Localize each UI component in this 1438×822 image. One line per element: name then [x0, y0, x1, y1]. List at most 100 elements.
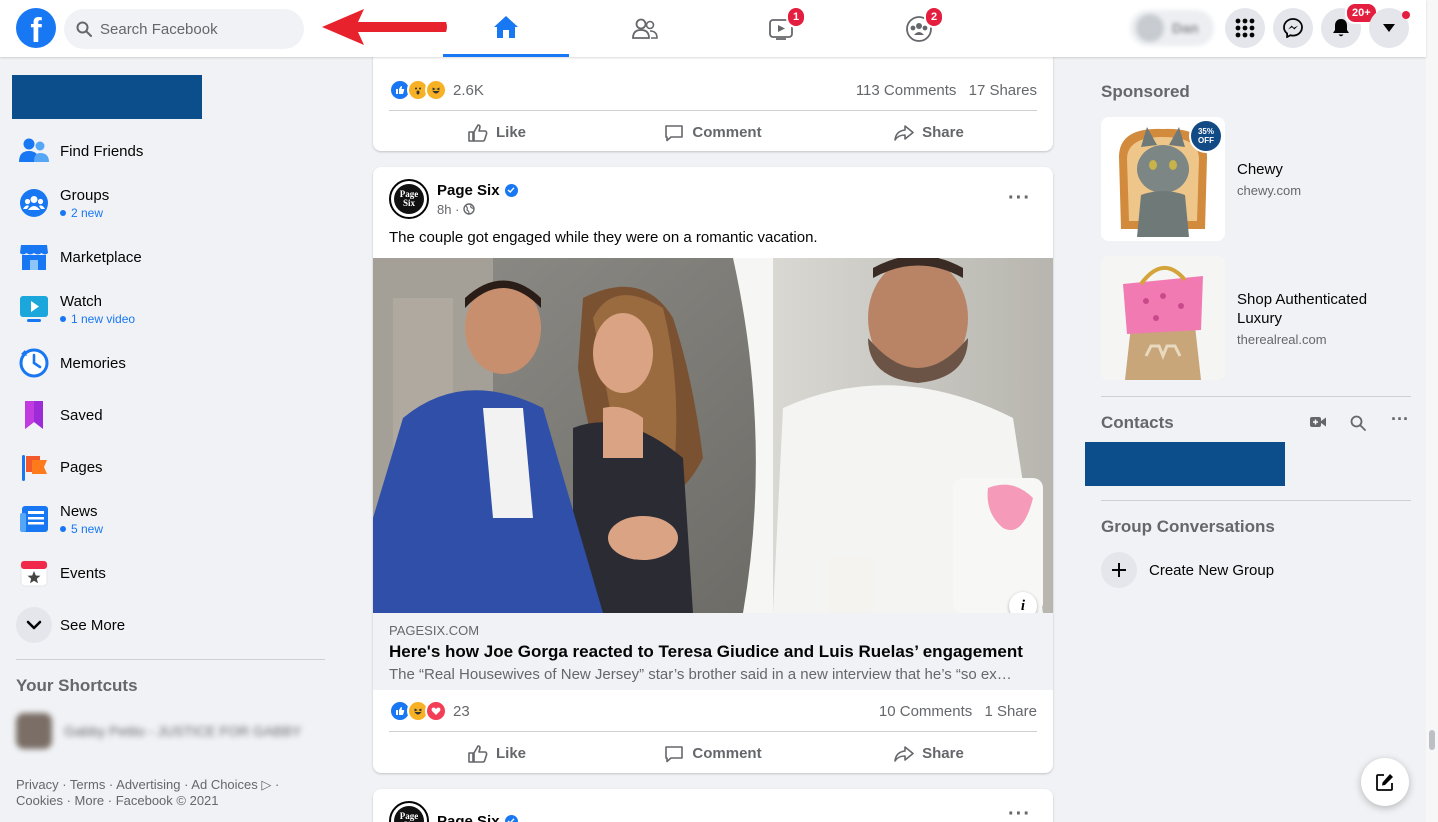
verified-badge-icon [504, 183, 518, 197]
caret-down-icon [1383, 24, 1395, 32]
top-navigation-bar: f 1 2 Dan 20+ [0, 0, 1426, 57]
link-title[interactable]: Here's how Joe Gorga reacted to Teresa G… [389, 642, 1037, 662]
comments-count[interactable]: 113 Comments [856, 82, 957, 99]
tab-watch[interactable]: 1 [718, 0, 844, 57]
shortcut-image [16, 713, 52, 749]
shortcut-item[interactable]: Gabby Petito - JUSTICE FOR GABBY [16, 712, 326, 750]
ad-item[interactable]: Shop Authenticated Luxury therealreal.co… [1101, 256, 1411, 380]
divider [1101, 500, 1411, 501]
group-conversations-heading: Group Conversations [1101, 517, 1275, 536]
share-button[interactable]: Share [821, 732, 1037, 775]
sidebar-item-marketplace[interactable]: Marketplace [8, 231, 328, 283]
shares-count[interactable]: 1 Share [984, 703, 1037, 720]
post-image[interactable] [373, 258, 1053, 613]
post-time[interactable]: 8h · [437, 202, 459, 217]
divider [1101, 396, 1411, 397]
post-options-icon[interactable]: ··· [1008, 187, 1031, 210]
search-input[interactable] [100, 20, 280, 38]
like-icon [468, 744, 488, 763]
profile-name: Dan [1172, 20, 1199, 36]
link-preview[interactable]: PAGESIX.COM Here's how Joe Gorga reacted… [373, 613, 1053, 690]
share-button[interactable]: Share [821, 111, 1037, 154]
video-camera-icon [1310, 417, 1326, 427]
notifications-button[interactable]: 20+ [1321, 2, 1378, 48]
comment-icon [665, 745, 684, 762]
sidebar-item-watch[interactable]: Watch 1 new video [8, 283, 328, 335]
like-button[interactable]: Like [389, 111, 605, 154]
chewy-ad-image: 35% OFF [1101, 117, 1225, 241]
scrollbar[interactable] [1426, 0, 1438, 822]
facebook-logo-icon[interactable]: f [16, 8, 56, 48]
shortcuts-heading: Your Shortcuts [16, 676, 138, 695]
post-author[interactable]: Page Six [437, 813, 518, 822]
sidebar-item-find-friends[interactable]: Find Friends [8, 125, 328, 177]
author-name[interactable]: Page Six [437, 813, 500, 822]
new-message-button[interactable] [1361, 758, 1409, 806]
footer-line-1[interactable]: Privacy · Terms · Advertising · Ad Choic… [16, 777, 316, 793]
footer-line-2[interactable]: Cookies · More · Facebook © 2021 [16, 793, 316, 809]
sidebar-item-events[interactable]: Events [8, 547, 328, 599]
post-actions: Like Comment Share [389, 110, 1037, 154]
sidebar-item-sub: 5 new [60, 522, 103, 536]
like-label: Like [495, 124, 526, 141]
comment-label: Comment [692, 745, 762, 762]
ad-url: chewy.com [1237, 183, 1302, 198]
menu-grid-icon [1235, 18, 1255, 38]
page-six-logo-icon: Page Six [394, 806, 424, 822]
post-meta: 8h · [437, 202, 518, 217]
link-description: The “Real Housewives of New Jersey” star… [389, 666, 1012, 683]
ad-title: Chewy [1237, 161, 1283, 178]
contacts-heading: Contacts [1101, 413, 1174, 432]
contact-search-button[interactable] [1350, 415, 1366, 436]
link-domain: PAGESIX.COM [389, 623, 480, 638]
sidebar-item-saved[interactable]: Saved [8, 389, 328, 441]
love-reaction-icon [425, 700, 447, 722]
menu-button[interactable] [1225, 8, 1265, 48]
create-new-group-button[interactable]: Create New Group [1101, 552, 1274, 588]
sidebar-item-label: See More [60, 616, 126, 634]
reactions[interactable]: 23 [389, 700, 470, 722]
sidebar-item-see-more[interactable]: See More [8, 599, 328, 651]
messenger-button[interactable] [1273, 8, 1313, 48]
post-text: The couple got engaged while they were o… [389, 229, 818, 246]
sidebar-item-sub-text: 1 new video [71, 311, 136, 326]
page-six-avatar[interactable]: Page Six [389, 179, 429, 219]
like-button[interactable]: Like [389, 732, 605, 775]
therealreal-ad-image [1101, 256, 1225, 380]
shares-count[interactable]: 17 Shares [969, 82, 1037, 99]
post-card: Page Six Page Six 8h · ··· The couple go… [373, 167, 1053, 773]
redacted-contacts[interactable] [1085, 442, 1285, 486]
contacts-options-icon[interactable]: ··· [1391, 409, 1409, 430]
ad-item[interactable]: 35% OFF Chewy chewy.com [1101, 117, 1411, 241]
comments-count[interactable]: 10 Comments [879, 703, 972, 720]
shortcut-label: Gabby Petito - JUSTICE FOR GABBY [64, 723, 302, 739]
redacted-profile-link[interactable] [12, 75, 202, 119]
groups-icon [16, 185, 52, 221]
sidebar-item-pages[interactable]: Pages [8, 441, 328, 493]
sidebar-item-label: Events [60, 564, 106, 582]
post-author[interactable]: Page Six [437, 182, 518, 199]
sidebar-item-news[interactable]: News 5 new [8, 493, 328, 545]
tab-groups[interactable]: 2 [856, 0, 982, 57]
comment-button[interactable]: Comment [605, 111, 821, 154]
new-room-button[interactable] [1309, 415, 1327, 434]
scrollbar-thumb[interactable] [1429, 730, 1435, 750]
memories-icon [16, 345, 52, 381]
tab-friends[interactable] [582, 0, 708, 57]
post-options-icon[interactable]: ··· [1008, 803, 1031, 822]
account-alert-dot [1402, 11, 1410, 19]
sidebar-item-groups[interactable]: Groups 2 new [8, 177, 328, 229]
share-icon [894, 124, 914, 141]
author-name[interactable]: Page Six [437, 182, 500, 199]
post-header: Page Six Page Six [389, 801, 518, 822]
sidebar-item-label: Memories [60, 354, 126, 372]
comment-button[interactable]: Comment [605, 732, 821, 775]
footer-links[interactable]: Privacy · Terms · Advertising · Ad Choic… [16, 777, 316, 809]
page-six-avatar[interactable]: Page Six [389, 801, 429, 822]
sidebar-item-memories[interactable]: Memories [8, 337, 328, 389]
search-box[interactable] [64, 9, 304, 49]
reactions[interactable]: 2.6K [389, 79, 484, 101]
tab-home[interactable] [443, 0, 569, 57]
profile-shortcut[interactable]: Dan [1130, 10, 1214, 46]
account-button[interactable] [1369, 8, 1410, 48]
